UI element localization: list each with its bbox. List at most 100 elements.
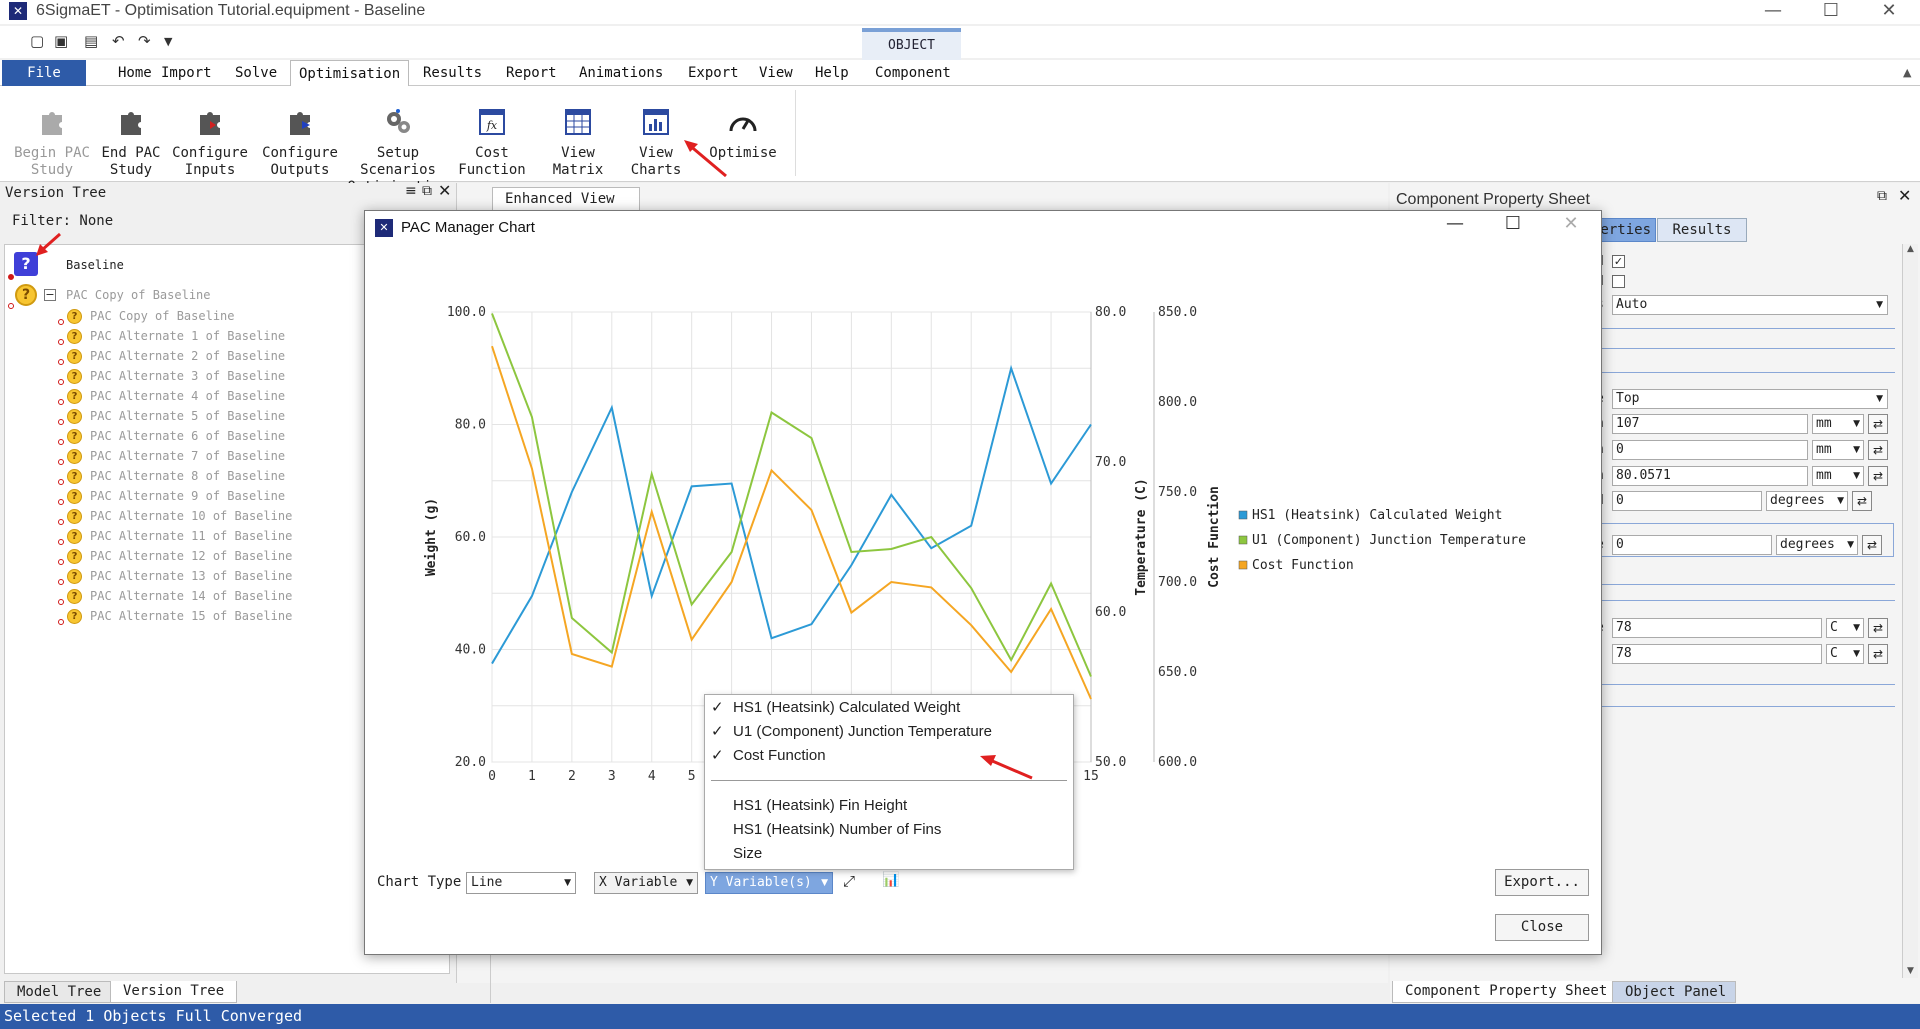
legend-label: U1 (Component) Junction Temperature [1252, 533, 1526, 548]
tree-item[interactable]: PAC Alternate 12 of Baseline [90, 549, 292, 563]
tree-item[interactable]: PAC Alternate 15 of Baseline [90, 609, 292, 623]
unit-select[interactable]: degrees ▼ [1766, 491, 1848, 511]
unit-select[interactable]: C ▼ [1826, 644, 1864, 664]
cost-function-button[interactable]: fx Cost Function [456, 90, 528, 196]
y-variables-select[interactable]: Y Variable(s) ▼ [705, 872, 833, 894]
swap-icon[interactable]: ⇄ [1868, 414, 1888, 434]
menu-solve[interactable]: Solve [227, 60, 285, 86]
tab-component-property-sheet[interactable]: Component Property Sheet [1392, 981, 1621, 1003]
menu-lines-icon[interactable]: ≡ [405, 183, 417, 199]
unit-select[interactable]: mm ▼ [1812, 466, 1864, 486]
menu-report[interactable]: Report [498, 60, 565, 86]
swap-icon[interactable]: ⇄ [1868, 466, 1888, 486]
tree-item[interactable]: PAC Alternate 13 of Baseline [90, 569, 292, 583]
tree-item[interactable]: PAC Alternate 4 of Baseline [90, 389, 285, 403]
unit-select[interactable]: C ▼ [1826, 618, 1864, 638]
menu-help[interactable]: Help [807, 60, 857, 86]
version-status-icon: ? [67, 509, 82, 524]
property-input[interactable]: 80.0571 [1612, 466, 1808, 486]
property-select[interactable]: Auto ▼ [1612, 295, 1888, 315]
swap-icon[interactable]: ⇄ [1868, 440, 1888, 460]
view-matrix-button[interactable]: View Matrix [544, 90, 612, 196]
save-icon[interactable]: ▤ [84, 32, 98, 50]
open-file-icon[interactable]: ▣ [54, 32, 68, 50]
property-input[interactable]: 107 [1612, 414, 1808, 434]
menu-results[interactable]: Results [415, 60, 490, 86]
configure-inputs-button[interactable]: Configure Inputs [170, 90, 250, 196]
tree-item[interactable]: PAC Copy of Baseline [66, 288, 211, 302]
tree-item[interactable]: PAC Alternate 8 of Baseline [90, 469, 285, 483]
tree-item[interactable]: PAC Alternate 3 of Baseline [90, 369, 285, 383]
tree-item[interactable]: PAC Alternate 2 of Baseline [90, 349, 285, 363]
new-file-icon[interactable]: ▢ [30, 32, 44, 50]
menu-file[interactable]: File [2, 60, 86, 86]
y-axis-label-temperature: Temperature (C) [1134, 478, 1149, 595]
tree-item[interactable]: PAC Copy of Baseline [90, 309, 235, 323]
property-select[interactable]: Top ▼ [1612, 389, 1888, 409]
end-pac-study-button[interactable]: End PAC Study [95, 90, 167, 196]
tree-item[interactable]: PAC Alternate 5 of Baseline [90, 409, 285, 423]
section-divider [1592, 584, 1895, 585]
close-button[interactable]: ✕ [1866, 0, 1912, 24]
chart-type-select[interactable]: Line ▼ [466, 872, 576, 894]
menu-optimisation[interactable]: Optimisation [290, 60, 410, 87]
unit-select[interactable]: mm ▼ [1812, 414, 1864, 434]
customize-dropdown-icon[interactable]: ▼ [164, 35, 172, 48]
maximize-button[interactable]: ☐ [1808, 0, 1854, 24]
tab-properties[interactable]: erties [1598, 218, 1656, 242]
menu-view[interactable]: View [751, 60, 801, 86]
configure-outputs-button[interactable]: Configure Outputs [258, 90, 342, 196]
redo-icon[interactable]: ↷ [138, 32, 151, 50]
zoom-fit-icon[interactable]: ⤢ [843, 872, 855, 890]
menu-import[interactable]: Import [153, 60, 220, 86]
tab-version-tree[interactable]: Version Tree [110, 981, 238, 1003]
tree-item[interactable]: PAC Alternate 11 of Baseline [90, 529, 292, 543]
tab-object-panel[interactable]: Object Panel [1612, 981, 1736, 1003]
unit-select[interactable]: mm ▼ [1812, 440, 1864, 460]
property-scrollbar[interactable]: ▲ ▼ [1902, 244, 1918, 978]
y-tick-label-cost: 650.0 [1158, 665, 1197, 680]
tree-item[interactable]: PAC Alternate 10 of Baseline [90, 509, 292, 523]
scroll-up-icon[interactable]: ▲ [1903, 244, 1918, 254]
tree-item[interactable]: PAC Alternate 14 of Baseline [90, 589, 292, 603]
tab-model-tree[interactable]: Model Tree [4, 981, 115, 1003]
tree-item[interactable]: PAC Alternate 9 of Baseline [90, 489, 285, 503]
float-panel-icon[interactable]: ⧉ [1877, 188, 1887, 204]
unit-value: mm [1816, 442, 1832, 457]
close-panel-icon[interactable]: ✕ [438, 181, 451, 200]
property-checkbox[interactable]: ✓ [1612, 255, 1625, 268]
x-variable-select[interactable]: X Variable ▼ [594, 872, 698, 894]
swap-icon[interactable]: ⇄ [1868, 644, 1888, 664]
property-input[interactable]: 0 [1612, 491, 1762, 511]
version-marker-icon [58, 479, 64, 485]
chevron-down-icon: ▼ [1853, 471, 1860, 481]
close-dialog-button[interactable]: Close [1495, 914, 1589, 941]
pac-copy-parent-icon[interactable]: ? [15, 284, 37, 306]
swap-icon[interactable]: ⇄ [1852, 491, 1872, 511]
menu-animations[interactable]: Animations [571, 60, 671, 86]
collapse-toggle-icon[interactable]: − [44, 289, 56, 301]
tree-item[interactable]: PAC Alternate 6 of Baseline [90, 429, 285, 443]
version-marker-icon [58, 519, 64, 525]
begin-pac-study-button[interactable]: Begin PAC Study [12, 90, 92, 196]
tree-root-label[interactable]: Baseline [66, 258, 124, 272]
export-button[interactable]: Export... [1495, 869, 1589, 896]
tab-enhanced-view[interactable]: Enhanced View ✕ [492, 187, 640, 228]
tree-item[interactable]: PAC Alternate 1 of Baseline [90, 329, 285, 343]
chart-options-icon[interactable]: 📊 [882, 872, 899, 888]
ribbon-collapse-icon[interactable]: ▲ [1903, 66, 1911, 79]
undo-icon[interactable]: ↶ [112, 32, 125, 50]
menu-export[interactable]: Export [680, 60, 747, 86]
float-panel-icon[interactable]: ⧉ [422, 183, 432, 199]
scroll-down-icon[interactable]: ▼ [1903, 966, 1918, 976]
menu-component[interactable]: Component [867, 60, 959, 86]
close-panel-icon[interactable]: ✕ [1898, 186, 1911, 205]
property-input[interactable]: 78 [1612, 618, 1822, 638]
property-input[interactable]: 0 [1612, 440, 1808, 460]
minimize-button[interactable]: — [1750, 0, 1796, 24]
property-input[interactable]: 78 [1612, 644, 1822, 664]
tab-results[interactable]: Results [1657, 218, 1747, 242]
swap-icon[interactable]: ⇄ [1868, 618, 1888, 638]
tree-item[interactable]: PAC Alternate 7 of Baseline [90, 449, 285, 463]
property-checkbox[interactable] [1612, 275, 1625, 288]
